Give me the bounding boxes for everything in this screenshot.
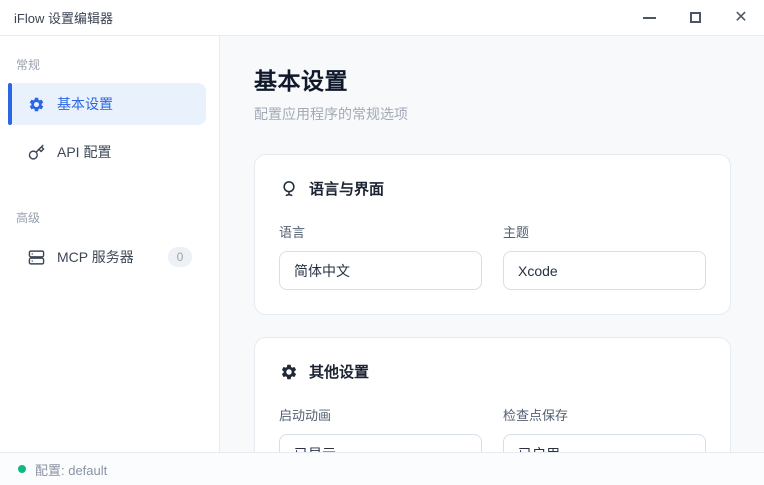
maximize-icon: [690, 12, 701, 23]
mcp-server-count-badge: 0: [168, 247, 192, 267]
field-grid: 启动动画 已显示 检查点保存 已启用: [279, 405, 706, 452]
sidebar-item-label: 基本设置: [57, 94, 113, 114]
minimize-button[interactable]: [626, 0, 672, 35]
sidebar-item-mcp-servers[interactable]: MCP 服务器 0: [8, 236, 206, 278]
server-icon: [27, 248, 45, 266]
card-language-interface: 语言与界面 语言 简体中文 主题 Xcode: [254, 154, 731, 315]
maximize-button[interactable]: [672, 0, 718, 35]
gear-icon: [27, 95, 45, 113]
field-label: 检查点保存: [503, 405, 706, 424]
field-label: 启动动画: [279, 405, 482, 424]
card-title: 语言与界面: [309, 178, 384, 199]
minimize-icon: [643, 17, 656, 19]
card-other-settings: 其他设置 启动动画 已显示 检查点保存 已启用: [254, 337, 731, 452]
field-label: 主题: [503, 222, 706, 241]
checkpoint-save-select[interactable]: 已启用: [503, 434, 706, 452]
main-content: 基本设置 配置应用程序的常规选项 语言与界面 语言: [220, 36, 764, 452]
card-header: 其他设置: [279, 361, 706, 382]
page-title: 基本设置: [254, 62, 731, 96]
titlebar: iFlow 设置编辑器 ✕: [0, 0, 764, 36]
card-header: 语言与界面: [279, 178, 706, 199]
key-icon: [27, 143, 45, 161]
card-title: 其他设置: [309, 361, 369, 382]
sidebar-item-api-config[interactable]: API 配置: [8, 131, 206, 173]
config-status-text: 配置: default: [35, 460, 107, 479]
field-theme: 主题 Xcode: [503, 222, 706, 290]
field-language: 语言 简体中文: [279, 222, 482, 290]
close-icon: ✕: [734, 10, 747, 26]
sidebar-item-label: MCP 服务器: [57, 247, 134, 267]
window-controls: ✕: [626, 0, 764, 35]
status-dot-icon: [18, 465, 26, 473]
language-select[interactable]: 简体中文: [279, 251, 482, 290]
globe-icon: [279, 179, 298, 198]
field-startup-animation: 启动动画 已显示: [279, 405, 482, 452]
sidebar-section-general: 常规: [0, 48, 219, 83]
theme-select[interactable]: Xcode: [503, 251, 706, 290]
sidebar-item-label: API 配置: [57, 142, 111, 162]
field-label: 语言: [279, 222, 482, 241]
field-grid: 语言 简体中文 主题 Xcode: [279, 222, 706, 290]
statusbar: 配置: default: [0, 452, 764, 485]
gear-icon: [279, 362, 298, 381]
sidebar-section-advanced: 高级: [0, 201, 219, 236]
app-body: 常规 基本设置 API 配置 高级: [0, 36, 764, 452]
sidebar: 常规 基本设置 API 配置 高级: [0, 36, 220, 452]
close-button[interactable]: ✕: [718, 0, 764, 35]
sidebar-item-basic-settings[interactable]: 基本设置: [8, 83, 206, 125]
startup-animation-select[interactable]: 已显示: [279, 434, 482, 452]
app-window: iFlow 设置编辑器 ✕ 常规 基本设置: [0, 0, 764, 485]
field-checkpoint-save: 检查点保存 已启用: [503, 405, 706, 452]
page-subtitle: 配置应用程序的常规选项: [254, 104, 731, 124]
window-title: iFlow 设置编辑器: [14, 8, 113, 27]
